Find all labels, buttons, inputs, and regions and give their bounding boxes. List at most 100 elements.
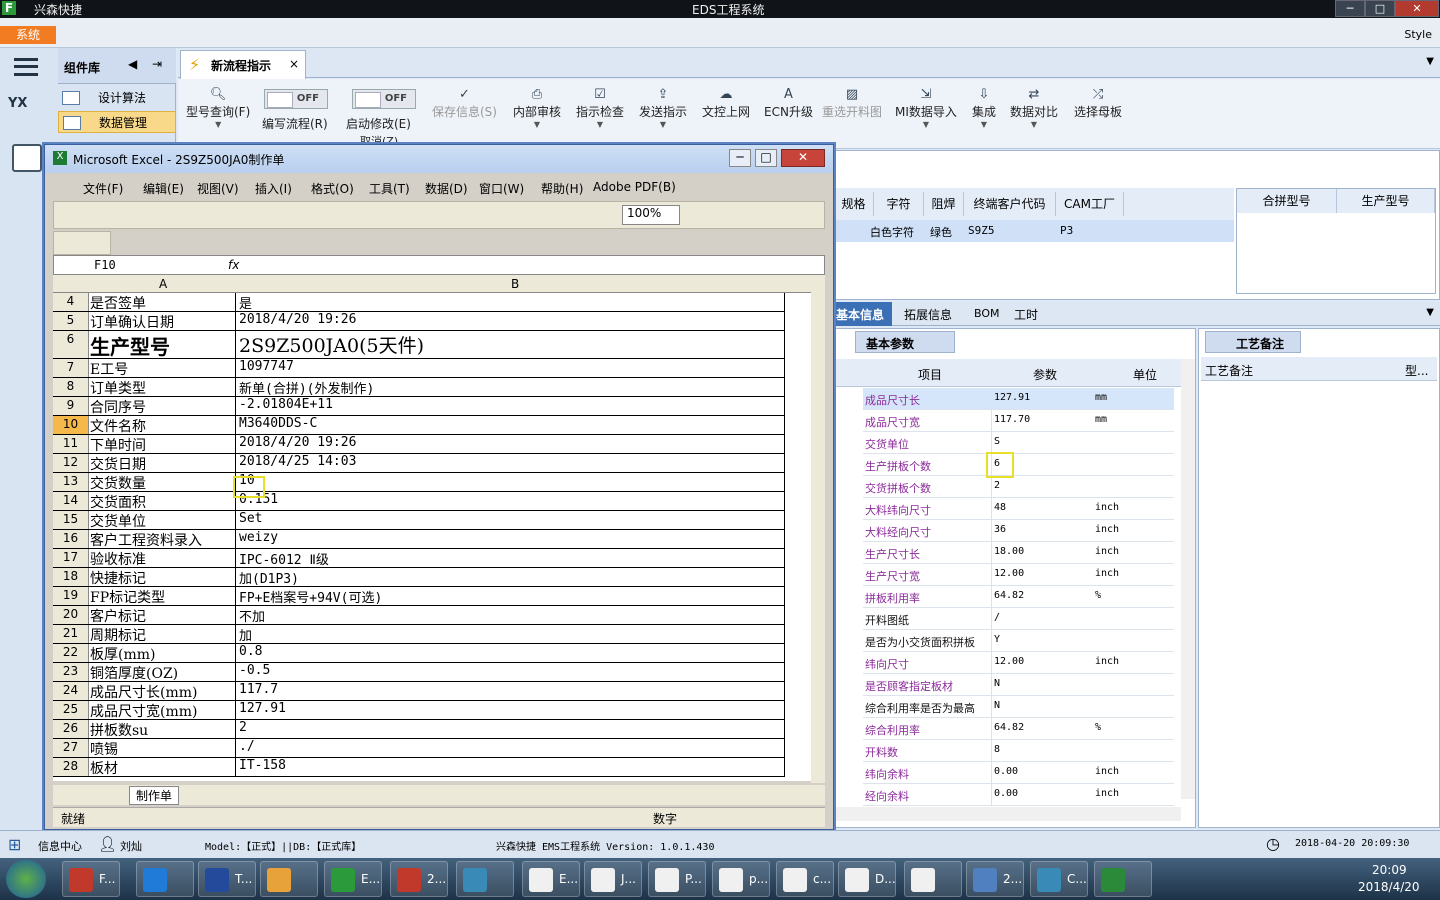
excel-row[interactable]: 5 订单确认日期 2018/4/20 19:26: [53, 312, 785, 331]
param-value[interactable]: 117.70: [994, 414, 1030, 425]
param-value[interactable]: 48: [994, 502, 1006, 513]
cell-b[interactable]: 不加: [237, 606, 785, 624]
cell-a[interactable]: 铜箔厚度(OZ): [89, 663, 236, 681]
param-value[interactable]: 18.00: [994, 546, 1024, 557]
param-value[interactable]: 36: [994, 524, 1006, 535]
taskbar-item[interactable]: [904, 861, 962, 897]
taskbar-item[interactable]: P...: [648, 861, 706, 897]
excel-row[interactable]: 21 周期标记加: [53, 625, 785, 644]
excel-row[interactable]: 25 成品尺寸宽(mm) 127.91: [53, 701, 785, 720]
excel-vertical-scrollbar[interactable]: [811, 275, 825, 783]
row-number[interactable]: 24: [53, 682, 89, 700]
info-center-link[interactable]: 信息中心: [38, 838, 82, 854]
nav-item-design-algorithm[interactable]: 设计算法: [58, 87, 176, 109]
param-value[interactable]: 8: [994, 744, 1000, 755]
row-number[interactable]: 7: [53, 359, 89, 377]
tab-work-hours[interactable]: 工时: [1014, 306, 1038, 323]
cell-b[interactable]: -2.01804E+11: [237, 397, 785, 415]
col-spec[interactable]: 规格: [834, 192, 874, 216]
param-row[interactable]: 大料纬向尺寸 48 inch: [863, 498, 1174, 520]
cell-b[interactable]: 加(D1P3): [237, 568, 785, 586]
cell-b[interactable]: 2S9Z500JA0(5天件): [237, 331, 785, 358]
cell-b[interactable]: 2018/4/20 19:26: [237, 435, 785, 453]
row-number[interactable]: 10: [53, 416, 89, 434]
cell-a[interactable]: 客户标记: [89, 606, 236, 624]
column-a-header[interactable]: A: [159, 277, 167, 291]
zoom-combo[interactable]: 100%: [622, 205, 680, 225]
row-number[interactable]: 4: [53, 293, 89, 311]
param-row[interactable]: 综合利用率 64.82%: [863, 718, 1174, 740]
col-param[interactable]: 参数: [1033, 366, 1057, 383]
column-b-header[interactable]: B: [511, 277, 519, 291]
taskbar-item[interactable]: c...: [776, 861, 834, 897]
param-row[interactable]: 大料经向尺寸 36 inch: [863, 520, 1174, 542]
param-row[interactable]: 交货拼板个数 2: [863, 476, 1174, 498]
param-value[interactable]: 127.91: [994, 392, 1030, 403]
excel-row[interactable]: 13 交货数量 10: [53, 473, 785, 492]
minimize-button[interactable]: ─: [1335, 0, 1365, 17]
cell-b[interactable]: 1097747: [237, 359, 785, 377]
excel-menu-1[interactable]: 编辑(E): [143, 180, 184, 197]
reselect-cutting-chart-button[interactable]: ▨ 重选开料图: [822, 87, 882, 120]
cell-b[interactable]: 新单(合拼)(外发制作): [237, 378, 785, 396]
close-button[interactable]: ✕: [1395, 0, 1439, 17]
cell-a[interactable]: 合同序号: [89, 397, 236, 415]
excel-row[interactable]: 18 快捷标记 加(D1P3): [53, 568, 785, 587]
param-row[interactable]: 生产尺寸宽 12.00 inch: [863, 564, 1174, 586]
param-value[interactable]: N: [994, 678, 1000, 689]
integrate-button[interactable]: ⇩ 集成 ▼: [972, 87, 996, 129]
excel-row[interactable]: 7 E工号 1097747: [53, 359, 785, 378]
cell-b[interactable]: 127.91: [237, 701, 785, 719]
maximize-button[interactable]: □: [1365, 0, 1395, 17]
excel-menu-7[interactable]: 窗口(W): [479, 180, 524, 197]
collapse-left-icon[interactable]: ◀: [128, 57, 137, 71]
param-value[interactable]: 64.82: [994, 722, 1024, 733]
row-number[interactable]: 28: [53, 758, 89, 776]
param-value[interactable]: Y: [994, 634, 1000, 645]
cell-b[interactable]: FP+E档案号+94V(可选): [237, 587, 785, 605]
cell-a[interactable]: 成品尺寸宽(mm): [89, 701, 236, 719]
tab-extended-info[interactable]: 拓展信息: [904, 306, 952, 323]
cell-a[interactable]: 交货单位: [89, 511, 236, 529]
excel-menu-2[interactable]: 视图(V): [197, 180, 239, 197]
save-info-button[interactable]: ✓ 保存信息(S): [432, 87, 497, 120]
cell-a[interactable]: 成品尺寸长(mm): [89, 682, 236, 700]
cell-a[interactable]: 交货面积: [89, 492, 236, 510]
excel-row[interactable]: 10 文件名称 M3640DDS-C: [53, 416, 785, 435]
excel-row[interactable]: 9 合同序号 -2.01804E+11: [53, 397, 785, 416]
edit-process-toggle[interactable]: OFF: [264, 89, 328, 109]
excel-row[interactable]: 15 交货单位 Set: [53, 511, 785, 530]
excel-menu-9[interactable]: Adobe PDF(B): [593, 180, 676, 194]
col-process-notes[interactable]: 工艺备注: [1205, 362, 1253, 379]
taskbar-item[interactable]: E...: [522, 861, 580, 897]
cell-b[interactable]: 加: [237, 625, 785, 643]
process-notes-tab[interactable]: 工艺备注: [1205, 331, 1301, 353]
row-number[interactable]: 14: [53, 492, 89, 510]
excel-row[interactable]: 14 交货面积 0.151: [53, 492, 785, 511]
style-menu[interactable]: Style: [1404, 28, 1432, 41]
row-number[interactable]: 20: [53, 606, 89, 624]
taskbar-item[interactable]: [1094, 861, 1152, 897]
excel-row[interactable]: 16 客户工程资料录入 weizy: [53, 530, 785, 549]
param-row[interactable]: 纬向余料 0.00 inch: [863, 762, 1174, 784]
nav-item-data-management[interactable]: 数据管理: [58, 111, 176, 133]
ecn-upgrade-button[interactable]: A ECN升级: [764, 87, 813, 120]
system-button[interactable]: 系统: [0, 26, 56, 44]
col-customer-code[interactable]: 终端客户代码: [964, 192, 1056, 216]
col-character[interactable]: 字符: [874, 192, 924, 216]
param-row[interactable]: 开料数 8: [863, 740, 1174, 762]
start-button[interactable]: [6, 860, 46, 898]
basic-params-tab[interactable]: 基本参数: [855, 331, 955, 353]
cell-a[interactable]: 交货数量: [89, 473, 236, 491]
param-value[interactable]: 64.82: [994, 590, 1024, 601]
cell-a[interactable]: 周期标记: [89, 625, 236, 643]
param-value[interactable]: 12.00: [994, 568, 1024, 579]
excel-row[interactable]: 24 成品尺寸长(mm) 117.7: [53, 682, 785, 701]
taskbar-item[interactable]: J...: [584, 861, 642, 897]
cell-a[interactable]: 喷锡: [89, 739, 236, 757]
excel-row[interactable]: 20 客户标记 不加: [53, 606, 785, 625]
data-compare-button[interactable]: ⇄ 数据对比 ▼: [1010, 87, 1058, 129]
pin-icon[interactable]: ⇥: [152, 57, 162, 71]
taskbar-item[interactable]: E...: [324, 861, 382, 897]
taskbar-item[interactable]: C...: [1030, 861, 1088, 897]
